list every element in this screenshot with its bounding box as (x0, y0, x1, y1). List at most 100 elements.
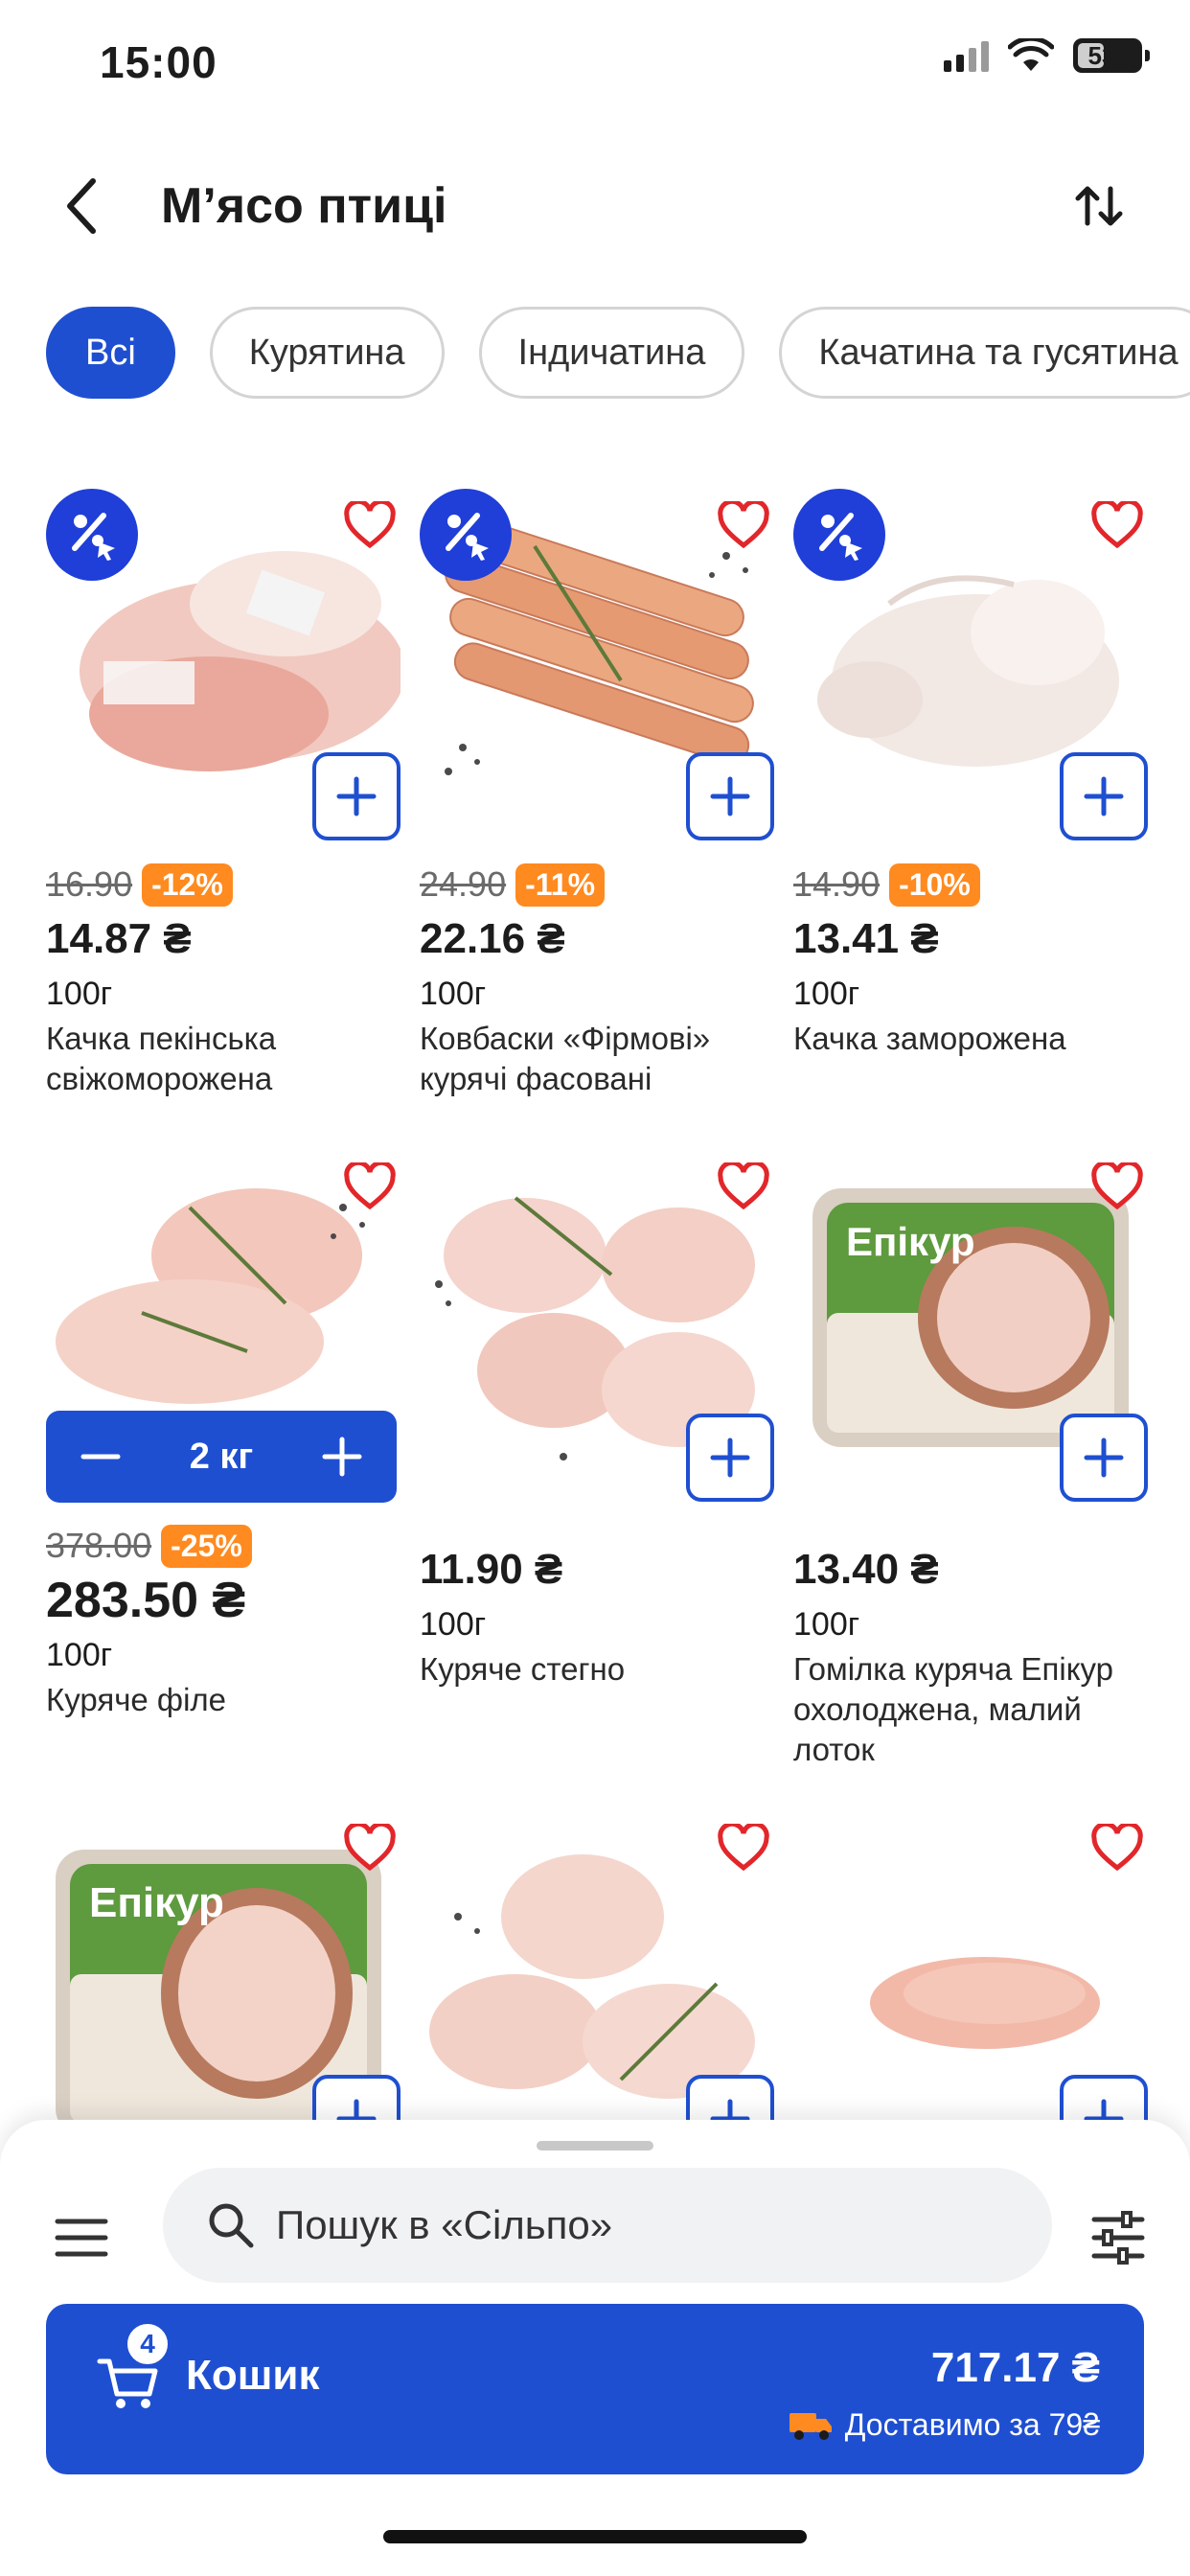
sort-arrows-icon (1075, 186, 1123, 226)
cellular-signal-icon (944, 39, 989, 72)
heart-icon[interactable] (713, 1158, 774, 1215)
product-name[interactable]: Куряче філе (46, 1680, 400, 1720)
product-name[interactable]: Качка пекінська свіжоморожена (46, 1019, 400, 1099)
product-card[interactable]: 11.90 ₴ 100г Куряче стегно (420, 1140, 774, 1690)
heart-icon[interactable] (713, 1819, 774, 1876)
product-card[interactable]: 16.90 -12% 14.87 ₴ 100г Качка пекінська … (46, 479, 400, 1099)
chip-all[interactable]: Всі (46, 307, 175, 399)
price: 11.90 ₴ (420, 1546, 563, 1593)
product-card[interactable]: 24.90 -11% 22.16 ₴ 100г Ковбаски «Фірмов… (420, 479, 774, 1099)
heart-icon[interactable] (1087, 496, 1148, 554)
unit-weight: 100г (46, 1637, 113, 1673)
plus-icon (1084, 776, 1124, 816)
unit-weight: 100г (793, 976, 860, 1012)
heart-icon[interactable] (339, 1158, 400, 1215)
status-icons: 53 (944, 38, 1150, 73)
heart-icon[interactable] (713, 496, 774, 554)
plus-icon (1084, 1438, 1124, 1478)
price-row: 14.90 -10% (793, 861, 1148, 908)
chip-chicken[interactable]: Курятина (209, 307, 445, 399)
page-title: М’ясо птиці (161, 178, 447, 234)
page-header: М’ясо птиці (0, 144, 1190, 268)
old-price: 378.00 (46, 1526, 152, 1565)
increase-quantity-button[interactable] (309, 1423, 376, 1490)
unit-weight: 100г (46, 976, 113, 1012)
unit-weight: 100г (420, 976, 487, 1012)
price-row: 24.90 -11% (420, 861, 774, 908)
product-name[interactable]: Гомілка куряча Епікур охолоджена, малий … (793, 1649, 1148, 1770)
chip-duck-goose[interactable]: Качатина та гусятина (779, 307, 1190, 399)
search-input[interactable]: Пошук в «Сільпо» (163, 2168, 1052, 2283)
product-card[interactable]: 2 кг 378.00 -25% 283.50 ₴ 100г Куряче фі… (46, 1140, 400, 1720)
product-card[interactable] (793, 1802, 1148, 2166)
menu-button[interactable] (50, 2206, 113, 2269)
bottom-sheet: Пошук в «Сільпо» 4 Кошик 717.17 ₴ Достав… (0, 2120, 1190, 2576)
unit-weight: 100г (793, 1606, 860, 1643)
heart-icon[interactable] (1087, 1819, 1148, 1876)
plus-icon (710, 1438, 750, 1478)
product-name-line: свіжоморожена (46, 1061, 273, 1096)
cart-button[interactable]: 4 Кошик 717.17 ₴ Доставимо за 79₴ (46, 2304, 1144, 2474)
product-card[interactable]: 14.90 -10% 13.41 ₴ 100г Качка заморожена (793, 479, 1148, 1059)
add-to-cart-button[interactable] (1060, 752, 1148, 840)
delivery-info: Доставимо за 79₴ (788, 2407, 1100, 2443)
product-name[interactable]: Куряче стегно (420, 1649, 774, 1690)
battery-percent: 53 (1087, 41, 1116, 70)
cart-label: Кошик (186, 2352, 320, 2399)
wifi-icon (1008, 38, 1054, 71)
sort-button[interactable] (1065, 172, 1133, 240)
hamburger-menu-icon (55, 2219, 108, 2257)
product-thumb: Епікур (793, 1140, 1148, 1505)
status-time: 15:00 (100, 37, 217, 87)
heart-icon[interactable] (1087, 1158, 1148, 1215)
product-name-line: лоток (793, 1732, 875, 1767)
discount-badge: -11% (515, 862, 606, 907)
chip-turkey[interactable]: Індичатина (478, 307, 745, 399)
product-name[interactable]: Качка заморожена (793, 1019, 1148, 1059)
discount-icon (420, 489, 512, 581)
discount-badge: -25% (161, 1524, 252, 1568)
status-bar: 15:00 53 (0, 0, 1190, 125)
product-thumb (420, 1802, 774, 2166)
discount-badge: -10% (889, 862, 980, 907)
chevron-left-icon (67, 178, 96, 234)
product-thumb (420, 1140, 774, 1505)
cart-total: 717.17 ₴ (930, 2344, 1100, 2391)
product-thumb (793, 479, 1148, 843)
product-name[interactable]: Ковбаски «Фірмові» курячі фасовані (420, 1019, 774, 1099)
product-card[interactable]: Епікур (46, 1802, 400, 2166)
product-name-line: Куряче стегно (420, 1651, 626, 1687)
add-to-cart-button[interactable] (1060, 1414, 1148, 1502)
product-card[interactable]: Епікур 13.40 ₴ 100г Гомілка куряча Епіку… (793, 1140, 1148, 1770)
search-icon (209, 2203, 254, 2248)
price: 22.16 ₴ (420, 915, 565, 962)
add-to-cart-button[interactable] (686, 752, 774, 840)
add-to-cart-button[interactable] (686, 1414, 774, 1502)
quantity-value: 2 кг (189, 1436, 254, 1477)
product-thumb: 2 кг (46, 1140, 400, 1505)
back-button[interactable] (48, 172, 115, 240)
epikur-logo-text: Епікур (846, 1219, 975, 1264)
heart-icon[interactable] (339, 1819, 400, 1876)
price: 14.87 ₴ (46, 915, 192, 962)
old-price: 24.90 (420, 864, 507, 904)
battery-icon: 53 (1073, 38, 1150, 73)
home-indicator[interactable] (383, 2530, 807, 2543)
product-name-line: курячі фасовані (420, 1061, 652, 1096)
product-card[interactable] (420, 1802, 774, 2166)
product-thumb (420, 479, 774, 843)
product-name-line: охолоджена, малий (793, 1691, 1082, 1727)
decrease-quantity-button[interactable] (67, 1423, 134, 1490)
minus-icon (80, 1454, 121, 1460)
price-row: 378.00 -25% (46, 1522, 400, 1570)
plus-icon (710, 776, 750, 816)
add-to-cart-button[interactable] (312, 752, 400, 840)
old-price: 16.90 (46, 864, 133, 904)
heart-icon[interactable] (339, 496, 400, 554)
product-name-line: Гомілка куряча Епікур (793, 1651, 1113, 1687)
sheet-grabber[interactable] (537, 2141, 653, 2150)
product-name-line: Качка заморожена (793, 1021, 1066, 1056)
filter-button[interactable] (1085, 2204, 1152, 2271)
delivery-text: Доставимо за 79₴ (844, 2407, 1100, 2442)
quantity-stepper: 2 кг (46, 1411, 397, 1503)
